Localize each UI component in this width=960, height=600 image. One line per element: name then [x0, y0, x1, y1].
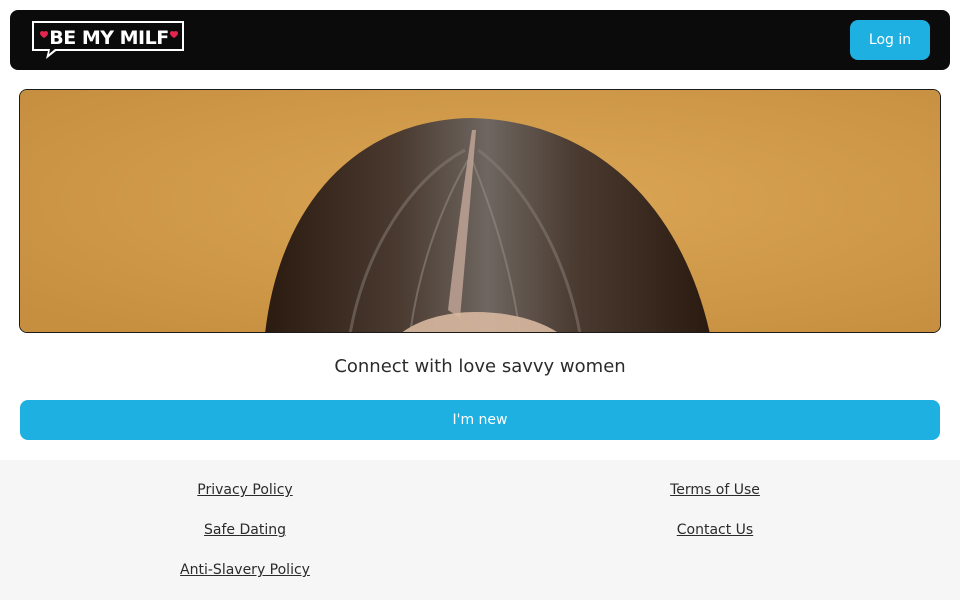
anti-slavery-policy-link[interactable]: Anti-Slavery Policy: [180, 560, 310, 600]
im-new-button[interactable]: I'm new: [20, 400, 940, 440]
top-bar: BE MY MILF Log in: [10, 10, 950, 70]
contact-us-link[interactable]: Contact Us: [677, 520, 753, 560]
logo-graphic: BE MY MILF: [32, 21, 184, 59]
footer: Privacy Policy Safe Dating Anti-Slavery …: [0, 460, 960, 600]
logo[interactable]: BE MY MILF: [30, 19, 186, 61]
tagline: Connect with love savvy women: [334, 356, 626, 377]
footer-links-right: Terms of Use Contact Us: [475, 480, 955, 560]
privacy-policy-link[interactable]: Privacy Policy: [197, 480, 292, 520]
login-button[interactable]: Log in: [850, 20, 930, 60]
hero-photo-icon: [20, 90, 940, 332]
logo-text: BE MY MILF: [49, 27, 168, 49]
hero-image: [19, 89, 941, 333]
terms-of-use-link[interactable]: Terms of Use: [670, 480, 760, 520]
footer-links-left: Privacy Policy Safe Dating Anti-Slavery …: [5, 480, 485, 600]
safe-dating-link[interactable]: Safe Dating: [204, 520, 286, 560]
